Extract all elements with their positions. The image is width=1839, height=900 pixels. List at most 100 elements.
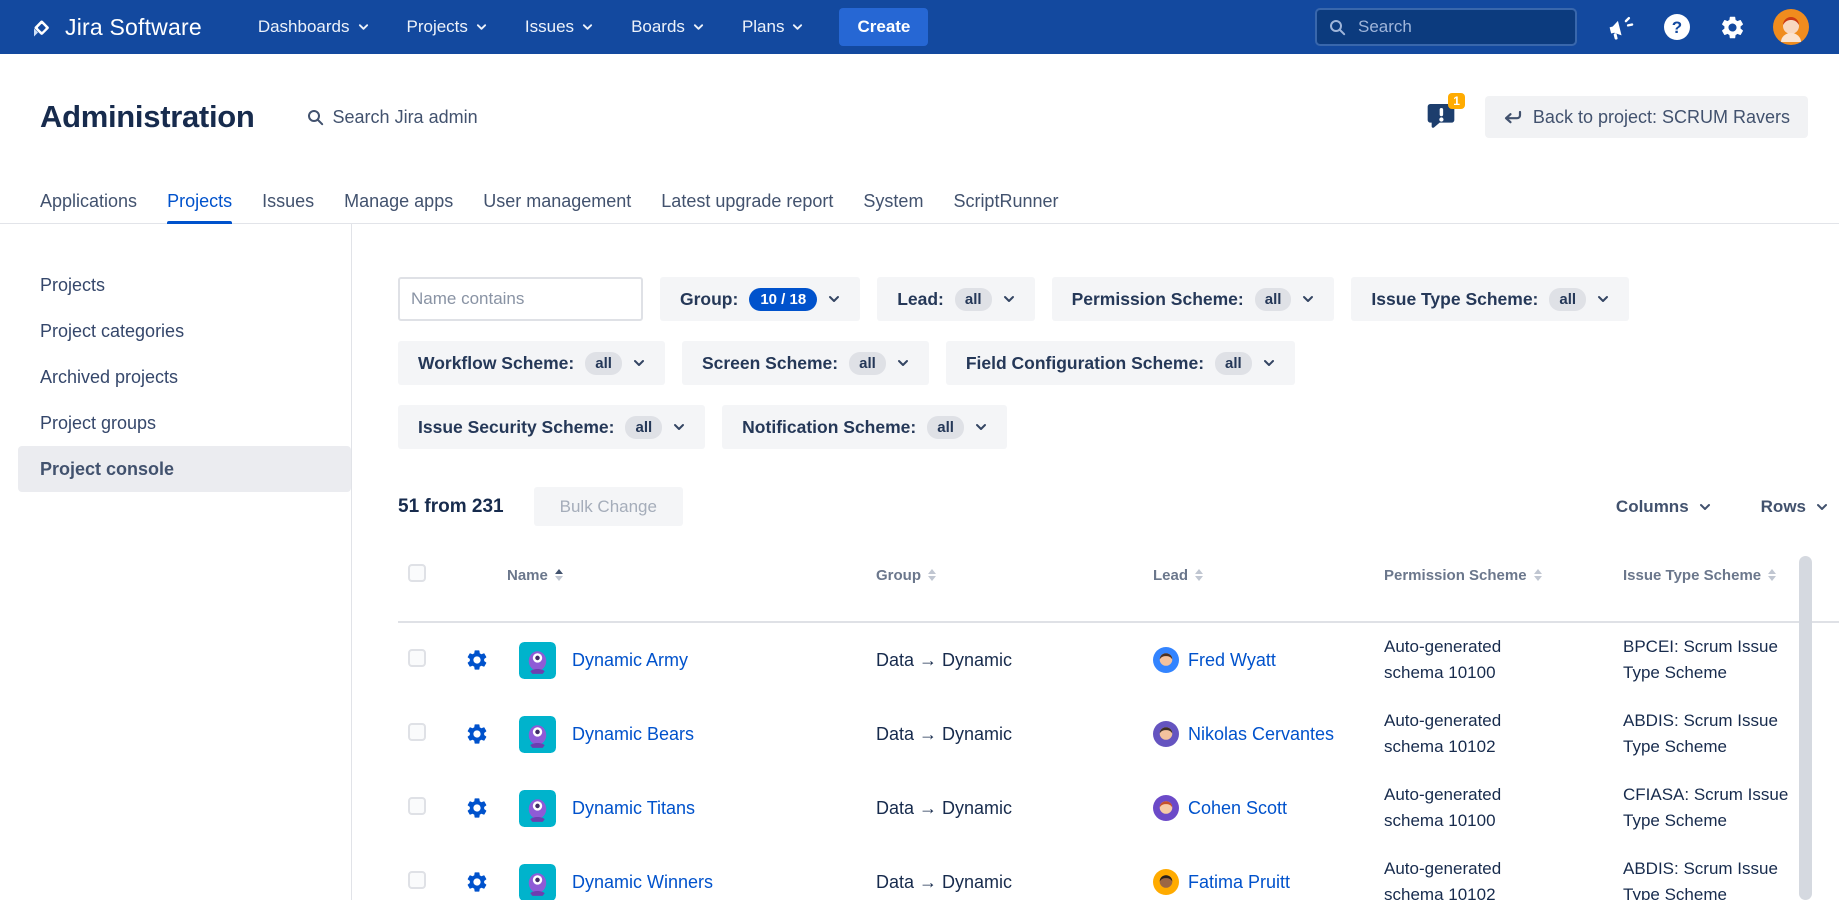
notification-badge: 1	[1448, 93, 1465, 109]
tab-applications[interactable]: Applications	[40, 180, 137, 223]
sidebar-item-archived-projects[interactable]: Archived projects	[0, 354, 351, 400]
chevron-down-icon	[1302, 295, 1314, 303]
sidebar-item-project-console[interactable]: Project console	[18, 446, 351, 492]
tab-manage-apps[interactable]: Manage apps	[344, 180, 453, 223]
project-name-link[interactable]: Dynamic Titans	[572, 798, 695, 819]
notifications-icon[interactable]: 1	[1425, 100, 1461, 134]
lead-link[interactable]: Fatima Pruitt	[1188, 872, 1290, 893]
lead-link[interactable]: Nikolas Cervantes	[1188, 724, 1334, 745]
project-settings-gear-icon[interactable]	[465, 796, 489, 820]
filter-label: Workflow Scheme:	[418, 353, 574, 374]
header-label: Name	[507, 567, 548, 584]
filter-screen-scheme[interactable]: Screen Scheme: all	[682, 341, 929, 385]
tab-scriptrunner[interactable]: ScriptRunner	[953, 180, 1058, 223]
filter-value-pill: all	[625, 416, 662, 439]
permission-scheme-line: Auto-generated	[1384, 856, 1623, 882]
megaphone-icon[interactable]	[1605, 12, 1635, 42]
row-checkbox[interactable]	[408, 871, 426, 889]
filter-label: Field Configuration Scheme:	[966, 353, 1204, 374]
filter-row-3: Issue Security Scheme: all Notification …	[398, 405, 1839, 449]
tab-system[interactable]: System	[863, 180, 923, 223]
header-group[interactable]: Group	[876, 567, 1153, 584]
filter-value-pill: all	[585, 352, 622, 375]
permission-scheme-line: Auto-generated	[1384, 708, 1623, 734]
sidebar-item-projects[interactable]: Projects	[0, 262, 351, 308]
header-label: Permission Scheme	[1384, 567, 1527, 584]
project-settings-gear-icon[interactable]	[465, 648, 489, 672]
row-checkbox[interactable]	[408, 723, 426, 741]
table-row: Dynamic Army Data → Dynamic Fred Wyatt A…	[398, 623, 1839, 697]
result-count: 51 from 231	[398, 496, 504, 518]
rows-dropdown[interactable]: Rows	[1761, 497, 1828, 517]
main-content: Group: 10 / 18 Lead: all Permission Sche…	[352, 224, 1839, 900]
create-button[interactable]: Create	[839, 8, 928, 46]
back-to-project-button[interactable]: Back to project: SCRUM Ravers	[1485, 96, 1808, 138]
admin-search[interactable]: Search Jira admin	[307, 107, 478, 128]
top-navbar: Jira Software Dashboards Projects Issues…	[0, 0, 1839, 54]
project-name-link[interactable]: Dynamic Army	[572, 650, 688, 671]
filter-notification-scheme[interactable]: Notification Scheme: all	[722, 405, 1007, 449]
table-row: Dynamic Bears Data → Dynamic Nikolas Cer…	[398, 697, 1839, 771]
project-name-link[interactable]: Dynamic Winners	[572, 872, 713, 893]
nav-boards[interactable]: Boards	[631, 17, 704, 37]
sidebar-item-project-groups[interactable]: Project groups	[0, 400, 351, 446]
nav-label: Projects	[407, 17, 468, 37]
sidebar-item-project-categories[interactable]: Project categories	[0, 308, 351, 354]
filter-issue-type-scheme[interactable]: Issue Type Scheme: all	[1351, 277, 1629, 321]
vertical-scrollbar[interactable]	[1799, 556, 1812, 900]
project-settings-gear-icon[interactable]	[465, 870, 489, 894]
lead-link[interactable]: Fred Wyatt	[1188, 650, 1276, 671]
filter-workflow-scheme[interactable]: Workflow Scheme: all	[398, 341, 665, 385]
filter-issue-security-scheme[interactable]: Issue Security Scheme: all	[398, 405, 705, 449]
nav-projects[interactable]: Projects	[407, 17, 487, 37]
nav-plans[interactable]: Plans	[742, 17, 804, 37]
lead-avatar	[1153, 869, 1179, 895]
page-title: Administration	[40, 99, 255, 135]
sort-icon	[1768, 569, 1776, 581]
row-checkbox[interactable]	[408, 649, 426, 667]
name-contains-input[interactable]	[398, 277, 643, 321]
filter-permission-scheme[interactable]: Permission Scheme: all	[1052, 277, 1335, 321]
filter-lead[interactable]: Lead: all	[877, 277, 1034, 321]
select-all-checkbox[interactable]	[408, 564, 426, 582]
back-button-label: Back to project: SCRUM Ravers	[1533, 107, 1790, 128]
project-avatar	[519, 642, 556, 679]
settings-gear-icon[interactable]	[1719, 14, 1746, 41]
nav-dashboards[interactable]: Dashboards	[258, 17, 369, 37]
project-name-link[interactable]: Dynamic Bears	[572, 724, 694, 745]
filter-label: Permission Scheme:	[1072, 289, 1244, 310]
jira-logo[interactable]: Jira Software	[28, 14, 202, 41]
lead-link[interactable]: Cohen Scott	[1188, 798, 1287, 819]
filter-label: Lead:	[897, 289, 944, 310]
header-name[interactable]: Name	[507, 567, 876, 584]
nav-issues[interactable]: Issues	[525, 17, 593, 37]
header-lead[interactable]: Lead	[1153, 567, 1384, 584]
permission-scheme-cell: Auto-generated schema 10102	[1384, 708, 1623, 760]
filter-row-2: Workflow Scheme: all Screen Scheme: all …	[398, 341, 1839, 385]
tab-issues[interactable]: Issues	[262, 180, 314, 223]
chevron-down-icon	[1699, 503, 1711, 511]
columns-dropdown[interactable]: Columns	[1616, 497, 1711, 517]
bulk-change-button[interactable]: Bulk Change	[534, 487, 683, 526]
header-permission-scheme[interactable]: Permission Scheme	[1384, 567, 1623, 584]
navbar-search-input[interactable]	[1356, 16, 1546, 38]
filter-label: Issue Security Scheme:	[418, 417, 614, 438]
search-icon	[1329, 19, 1346, 36]
filter-field-configuration-scheme[interactable]: Field Configuration Scheme: all	[946, 341, 1295, 385]
tab-user-management[interactable]: User management	[483, 180, 631, 223]
project-settings-gear-icon[interactable]	[465, 722, 489, 746]
navbar-search-box[interactable]	[1315, 8, 1577, 46]
filter-value-pill: all	[1215, 352, 1252, 375]
row-checkbox[interactable]	[408, 797, 426, 815]
user-avatar[interactable]	[1773, 9, 1809, 45]
tab-projects[interactable]: Projects	[167, 180, 232, 223]
group-path: Data → Dynamic	[876, 724, 1012, 744]
permission-scheme-line: schema 10100	[1384, 808, 1623, 834]
help-icon[interactable]: ?	[1662, 12, 1692, 42]
table-header: Name Group Lead Permission Scheme	[398, 550, 1839, 600]
group-path: Data → Dynamic	[876, 650, 1012, 670]
filter-value-pill: all	[1549, 288, 1586, 311]
tab-latest-upgrade-report[interactable]: Latest upgrade report	[661, 180, 833, 223]
filter-group[interactable]: Group: 10 / 18	[660, 277, 860, 321]
permission-scheme-line: Auto-generated	[1384, 782, 1623, 808]
